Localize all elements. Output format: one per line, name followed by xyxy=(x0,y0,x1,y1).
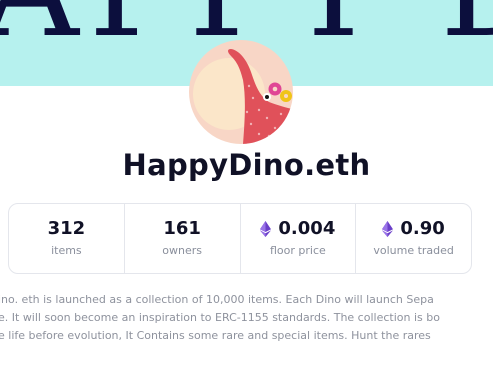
stat-owners: 161 owners xyxy=(123,204,240,273)
collection-avatar[interactable] xyxy=(189,40,293,144)
owners-count: 161 xyxy=(163,218,201,239)
stat-value: 0.90 xyxy=(356,218,471,239)
ethereum-icon xyxy=(382,220,394,237)
stat-label: floor price xyxy=(269,244,326,257)
items-count: 312 xyxy=(47,218,86,239)
stat-value: 312 xyxy=(9,218,124,239)
ethereum-icon xyxy=(260,220,272,237)
floor-price-value: 0.004 xyxy=(278,218,336,239)
stat-volume-traded: 0.90 volume traded xyxy=(355,204,471,273)
stats-panel: 312 items 161 owners 0.004 floor price 0… xyxy=(8,203,472,274)
stat-label: owners xyxy=(162,244,202,257)
volume-traded-value: 0.90 xyxy=(400,218,445,239)
description-line: ino. eth is launched as a collection of … xyxy=(0,293,434,306)
stat-label: items xyxy=(51,244,82,257)
collection-description: ino. eth is launched as a collection of … xyxy=(0,291,493,345)
collection-title: HappyDino.eth xyxy=(122,148,371,182)
description-line: e life before evolution, It Contains som… xyxy=(0,329,431,342)
description-line: e. It will soon become an inspiration to… xyxy=(0,311,440,324)
stat-items: 312 items xyxy=(9,204,124,273)
stat-label: volume traded xyxy=(373,244,454,257)
stat-value: 0.004 xyxy=(241,218,356,239)
dino-image xyxy=(193,49,293,144)
stat-floor-price: 0.004 floor price xyxy=(239,204,356,273)
stat-value: 161 xyxy=(125,218,240,239)
